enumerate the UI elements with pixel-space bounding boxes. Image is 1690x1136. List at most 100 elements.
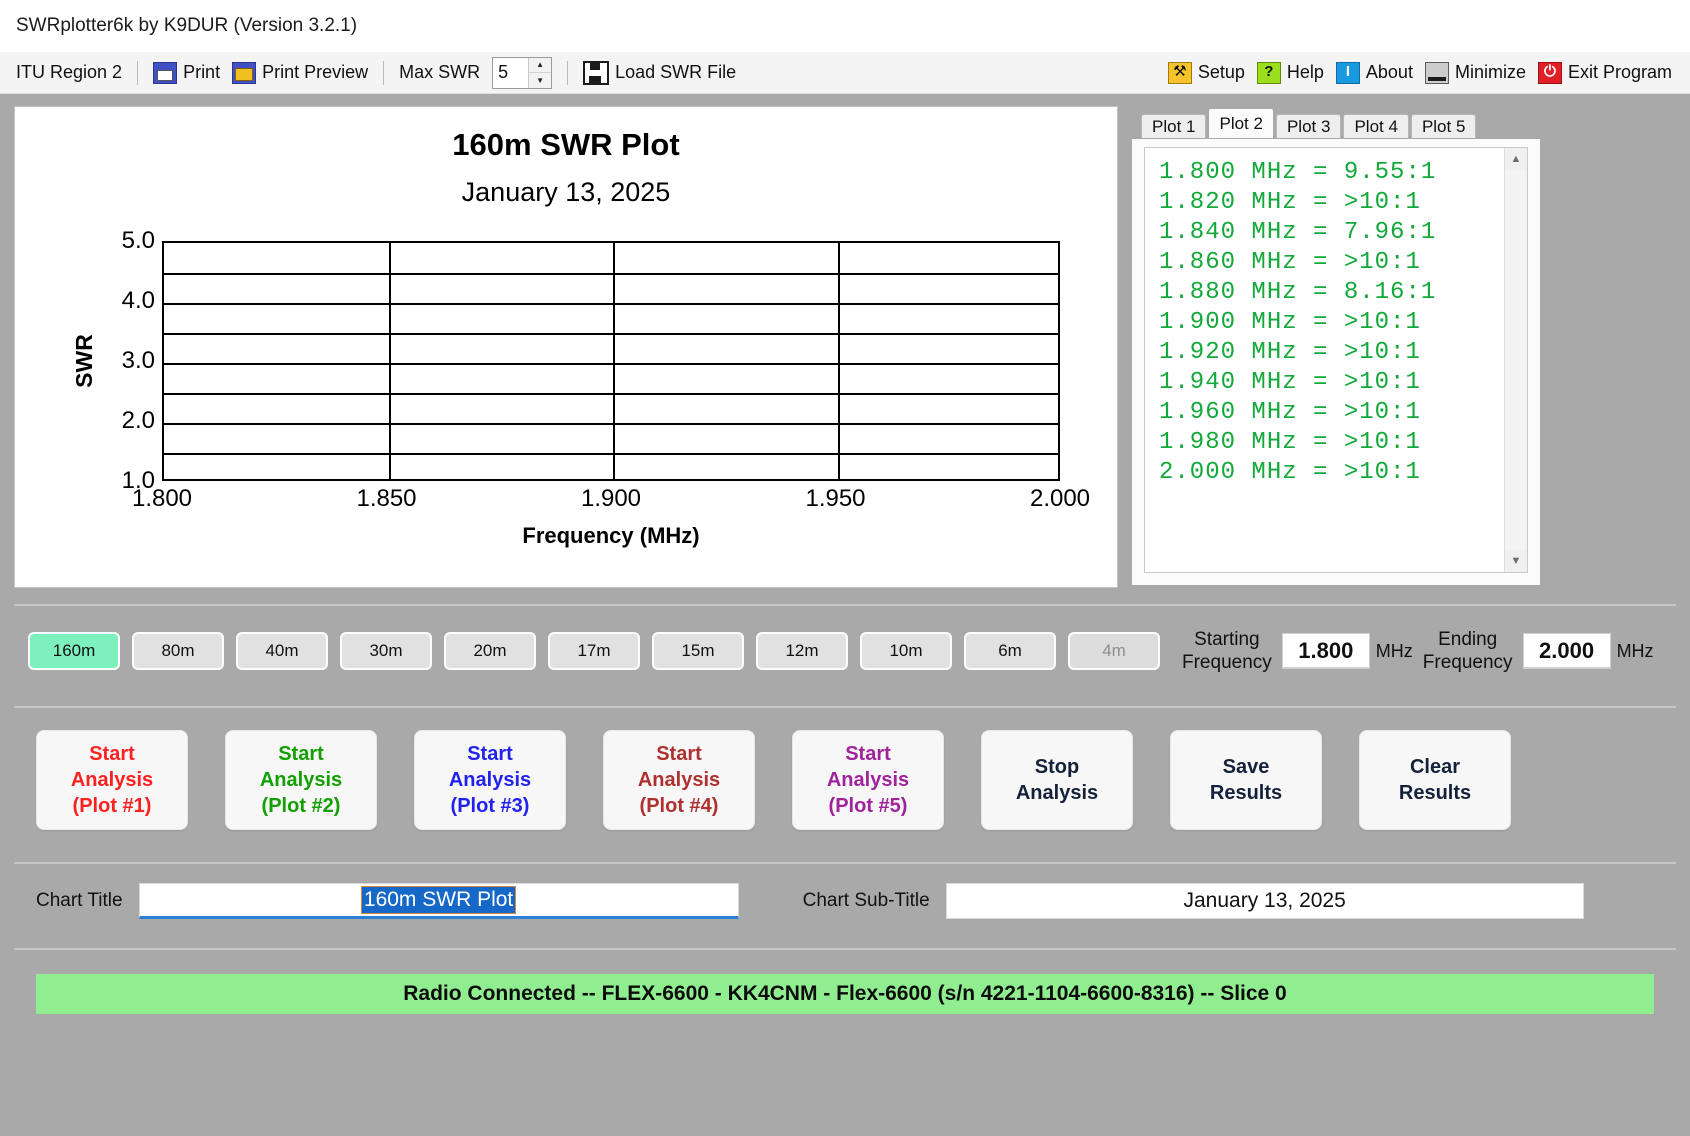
band-buttons: 160m 80m 40m 30m 20m 17m 15m 12m 10m 6m 4m (28, 632, 1172, 670)
max-swr-stepper[interactable]: 5 ▲ ▼ (492, 56, 553, 89)
chart-title-value: 160m SWR Plot (360, 886, 517, 914)
info-icon: I (1335, 61, 1360, 84)
y-axis-title: SWR (71, 334, 97, 388)
button-label-line-2: Analysis (448, 769, 532, 791)
button-label-line-1: Start (89, 743, 135, 765)
y-axis-tick-labels: 1.0 2.0 3.0 4.0 5.0 (95, 227, 155, 494)
print-preview-button[interactable]: Print Preview (226, 60, 374, 86)
result-line: 1.900 MHz = >10:1 (1159, 309, 1421, 336)
minimize-button[interactable]: Minimize (1419, 60, 1532, 86)
start-analysis-plot-5-button[interactable]: Start Analysis (Plot #5) (792, 730, 944, 830)
print-button[interactable]: Print (147, 60, 226, 86)
starting-frequency-unit: MHz (1375, 640, 1413, 661)
minimize-label: Minimize (1454, 62, 1526, 82)
button-label-line-1: Stop (1034, 756, 1080, 778)
results-lines: 1.800 MHz = 9.55:1 1.820 MHz = >10:1 1.840… (1145, 148, 1527, 488)
itu-region-label: ITU Region 2 (10, 60, 128, 85)
chart-subtitle-input[interactable]: January 13, 2025 (945, 883, 1584, 919)
results-textarea[interactable]: 1.800 MHz = 9.55:1 1.820 MHz = >10:1 1.840… (1144, 147, 1528, 573)
band-button-17m[interactable]: 17m (548, 632, 640, 670)
button-label-line-2: Analysis (70, 769, 154, 791)
status-badge: Radio Connected -- FLEX-6600 - KK4CNM - … (36, 974, 1654, 1014)
tab-plot-5[interactable]: Plot 5 (1410, 114, 1477, 138)
power-icon: ⏻ (1537, 61, 1562, 84)
spin-down-icon[interactable]: ▼ (529, 73, 551, 88)
starting-frequency-label-line1: Starting (1194, 629, 1260, 650)
grid-line-vertical (613, 243, 615, 479)
tab-plot-1[interactable]: Plot 1 (1141, 114, 1207, 138)
print-preview-icon (232, 61, 257, 84)
starting-frequency-input[interactable]: 1.800 (1281, 633, 1370, 669)
starting-frequency-group: Starting Frequency 1.800 MHz (1182, 628, 1413, 674)
itu-region-text: ITU Region 2 (16, 62, 123, 82)
plot-tabs: Plot 1 Plot 2 Plot 3 Plot 4 Plot 5 (1131, 106, 1541, 138)
y-axis-tick: 4.0 (121, 287, 155, 314)
toolbar-divider-2 (383, 60, 385, 85)
ending-frequency-input[interactable]: 2.000 (1522, 633, 1611, 669)
band-button-160m[interactable]: 160m (28, 632, 120, 670)
chart-title-input[interactable]: 160m SWR Plot (138, 883, 739, 919)
button-label-line-1: Start (656, 743, 702, 765)
button-label-line-1: Save (1222, 756, 1270, 778)
save-results-button[interactable]: Save Results (1170, 730, 1322, 830)
grid-line-horizontal (164, 393, 1058, 395)
start-analysis-plot-3-button[interactable]: Start Analysis (Plot #3) (414, 730, 566, 830)
scroll-up-icon[interactable]: ▲ (1505, 148, 1527, 170)
about-button[interactable]: I About (1330, 60, 1419, 86)
results-box: 1.800 MHz = 9.55:1 1.820 MHz = >10:1 1.840… (1131, 138, 1541, 586)
band-button-15m[interactable]: 15m (652, 632, 744, 670)
results-scrollbar[interactable]: ▲ ▼ (1504, 148, 1527, 572)
grid-line-horizontal (164, 303, 1058, 305)
x-axis-tick: 1.850 (356, 485, 417, 512)
max-swr-spin-buttons[interactable]: ▲ ▼ (528, 57, 552, 88)
minimize-icon (1424, 61, 1449, 84)
scroll-down-icon[interactable]: ▼ (1505, 550, 1527, 572)
chart-title-text: 160m SWR Plot (452, 127, 680, 162)
band-selection-row: 160m 80m 40m 30m 20m 17m 15m 12m 10m 6m 4m Startin… (14, 604, 1676, 696)
band-button-10m[interactable]: 10m (860, 632, 952, 670)
setup-button[interactable]: ⚒ Setup (1162, 60, 1251, 86)
starting-frequency-label-line2: Frequency (1182, 652, 1272, 673)
band-button-30m[interactable]: 30m (340, 632, 432, 670)
ending-frequency-label-line1: Ending (1438, 629, 1498, 650)
band-button-80m[interactable]: 80m (132, 632, 224, 670)
start-analysis-plot-1-button[interactable]: Start Analysis (Plot #1) (36, 730, 188, 830)
exit-program-button[interactable]: ⏻ Exit Program (1532, 60, 1678, 86)
band-button-20m[interactable]: 20m (444, 632, 536, 670)
band-button-6m[interactable]: 6m (964, 632, 1056, 670)
main-toolbar: ITU Region 2 Print Print Preview Max SWR… (0, 52, 1690, 94)
button-label-line-1: Start (845, 743, 891, 765)
x-axis-tick: 2.000 (1029, 485, 1091, 512)
max-swr-group: Max SWR 5 ▲ ▼ (393, 55, 558, 91)
tab-plot-3[interactable]: Plot 3 (1275, 114, 1342, 138)
chart-title-label: Chart Title (36, 890, 123, 911)
grid-line-horizontal (164, 273, 1058, 275)
start-analysis-plot-2-button[interactable]: Start Analysis (Plot #2) (225, 730, 377, 830)
chart-subtitle-text: January 13, 2025 (461, 177, 671, 207)
start-analysis-plot-4-button[interactable]: Start Analysis (Plot #4) (603, 730, 755, 830)
action-buttons-row: Start Analysis (Plot #1) Start Analysis (Plot… (14, 706, 1676, 852)
tab-plot-2[interactable]: Plot 2 (1208, 108, 1274, 138)
band-button-40m[interactable]: 40m (236, 632, 328, 670)
button-label-line-2: Analysis (259, 769, 343, 791)
help-button[interactable]: ? Help (1251, 60, 1330, 86)
button-label-line-2: Results (1209, 782, 1283, 804)
stop-analysis-button[interactable]: Stop Analysis (981, 730, 1133, 830)
grid-line-horizontal (164, 333, 1058, 335)
spin-up-icon[interactable]: ▲ (529, 58, 552, 73)
result-line: 1.840 MHz = 7.96:1 (1159, 219, 1437, 246)
x-axis-tick: 1.800 (131, 485, 193, 512)
tab-plot-4[interactable]: Plot 4 (1343, 114, 1409, 138)
about-label: About (1365, 62, 1413, 82)
load-swr-file-button[interactable]: Load SWR File (577, 59, 742, 87)
band-button-4m: 4m (1068, 632, 1160, 670)
chart-title-row: Chart Title 160m SWR Plot Chart Sub-Titl… (14, 862, 1676, 938)
button-label-line-2: Analysis (637, 769, 721, 791)
max-swr-value[interactable]: 5 (493, 58, 528, 88)
button-label-line-3: (Plot #2) (261, 795, 341, 817)
y-axis-tick: 5.0 (121, 227, 155, 254)
clear-results-button[interactable]: Clear Results (1359, 730, 1511, 830)
load-swr-file-label: Load SWR File (615, 62, 737, 82)
result-line: 1.800 MHz = 9.55:1 (1159, 159, 1437, 186)
band-button-12m[interactable]: 12m (756, 632, 848, 670)
